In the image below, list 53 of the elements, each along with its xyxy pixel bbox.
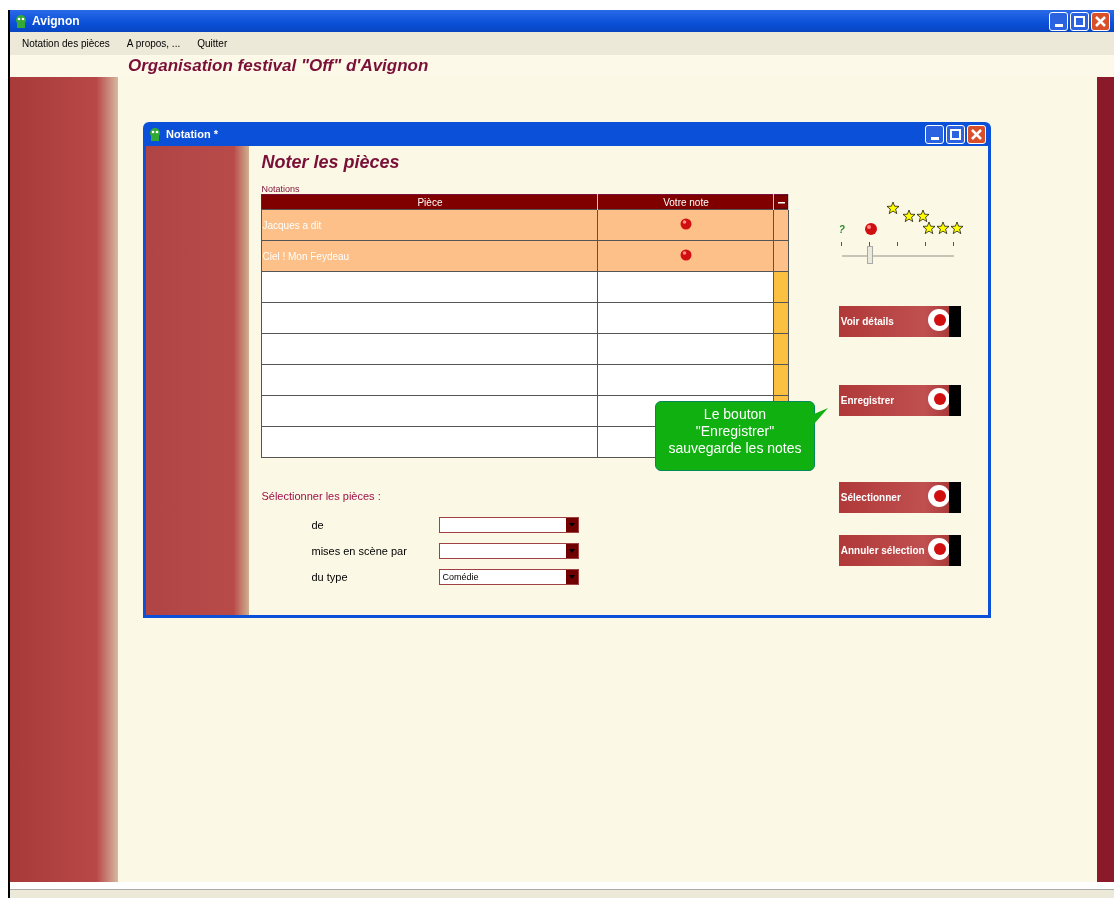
button-knob-icon — [926, 306, 961, 337]
dropdown-field[interactable]: Comédie — [439, 569, 580, 585]
close-button[interactable] — [967, 124, 986, 144]
minimize-button[interactable] — [925, 124, 944, 144]
action-button[interactable]: Enregistrer — [838, 385, 961, 416]
maximize-button[interactable] — [946, 124, 965, 144]
button-knob-icon — [926, 482, 961, 513]
tooltip: Le bouton "Enregistrer" sauvegarde les notes — [655, 401, 815, 471]
app-header: Organisation festival "Off" d'Avignon — [128, 56, 429, 76]
rating-dot-icon — [679, 249, 692, 261]
section-title: Sélectionner les pièces : — [261, 490, 382, 502]
tooltip-tail-icon — [814, 408, 828, 424]
action-button[interactable]: Sélectionner — [838, 482, 961, 513]
field-label: mises en scène par — [311, 545, 408, 557]
maximize-icon — [1074, 15, 1085, 27]
menu-item[interactable]: Quitter — [193, 38, 241, 49]
close-button[interactable] — [1091, 11, 1110, 31]
action-button[interactable]: Annuler sélection — [838, 535, 961, 566]
menu-item[interactable]: A propos, ... — [122, 38, 194, 49]
field-label: du type — [311, 571, 349, 583]
dropdown-field[interactable] — [439, 543, 580, 559]
maximize-button[interactable] — [1070, 11, 1089, 31]
window-title: Notation * — [166, 128, 219, 140]
caret-icon — [568, 574, 577, 580]
slider-thumb[interactable] — [866, 246, 873, 264]
caret-icon — [568, 522, 577, 528]
minimize-icon — [1054, 23, 1063, 27]
action-button[interactable]: Voir détails — [838, 306, 961, 337]
button-knob-icon — [926, 385, 961, 416]
unknown-rating-label: ? — [838, 224, 845, 235]
scroll-button[interactable] — [774, 195, 789, 209]
window-title: Avignon — [32, 14, 81, 28]
field-label: de — [311, 519, 325, 531]
menu-item[interactable]: Notation des pièces — [18, 38, 123, 49]
app-icon — [14, 14, 28, 28]
table-cell: Jacques a dit — [262, 219, 322, 231]
maximize-icon — [950, 128, 961, 140]
close-icon — [1095, 15, 1106, 27]
table-label: Notations — [261, 184, 301, 194]
minimize-icon — [930, 136, 939, 140]
star-rating-icon — [886, 202, 964, 234]
app-icon — [148, 127, 162, 141]
column-header[interactable]: Pièce — [261, 194, 598, 210]
dropdown-field[interactable] — [439, 517, 580, 533]
rating-dot-icon — [864, 223, 877, 235]
table-cell: Ciel ! Mon Feydeau — [262, 250, 350, 262]
minimize-button[interactable] — [1049, 11, 1068, 31]
rating-dot-icon — [679, 218, 692, 230]
button-knob-icon — [926, 535, 961, 566]
close-icon — [971, 128, 982, 140]
caret-icon — [568, 548, 577, 554]
column-header[interactable]: Votre note — [597, 194, 774, 210]
page-heading: Noter les pièces — [261, 152, 401, 174]
